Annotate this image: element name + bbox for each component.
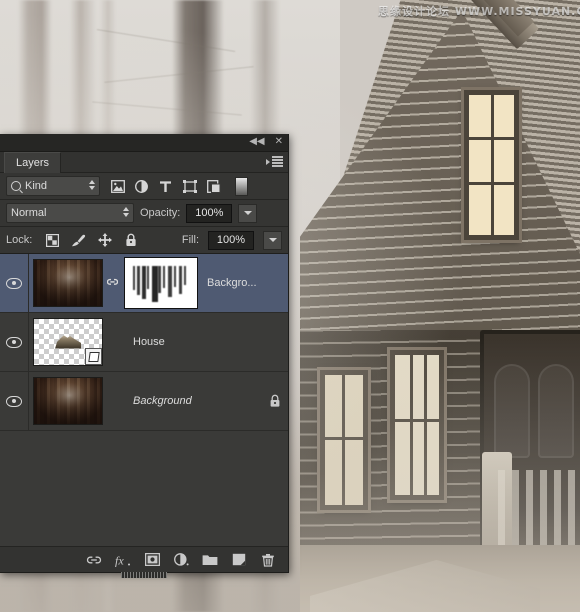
filter-smart-object-layers-icon[interactable] bbox=[206, 179, 221, 194]
abandoned-house-photo bbox=[300, 0, 580, 612]
fill-dropdown-icon[interactable] bbox=[263, 230, 282, 250]
delete-layer-button[interactable] bbox=[260, 552, 276, 568]
opacity-dropdown-icon[interactable] bbox=[238, 203, 258, 223]
lock-fill-row[interactable]: Lock: Fill: 100% bbox=[0, 227, 288, 254]
table-row[interactable]: House bbox=[0, 313, 288, 372]
layer-filter-row[interactable]: Kind bbox=[0, 173, 288, 200]
filter-kind-label: Kind bbox=[25, 180, 48, 192]
filter-enable-toggle-icon[interactable] bbox=[235, 176, 248, 196]
eye-icon bbox=[6, 395, 22, 407]
watermark-text: 思缘设计论坛 WWW.MISSYUAN.COM bbox=[378, 5, 580, 18]
new-group-button[interactable] bbox=[202, 552, 218, 568]
panel-menu-icon[interactable] bbox=[266, 156, 283, 167]
add-layer-mask-button[interactable] bbox=[144, 552, 160, 568]
chevron-updown-icon bbox=[89, 180, 95, 190]
layer-name[interactable]: Backgro... bbox=[197, 277, 262, 289]
lock-image-pixels-icon[interactable] bbox=[71, 233, 86, 248]
eye-icon bbox=[6, 277, 22, 289]
filter-shape-layers-icon[interactable] bbox=[182, 179, 197, 194]
panel-titlebar[interactable]: ◀◀ ✕ bbox=[0, 134, 288, 152]
new-adjustment-layer-button[interactable] bbox=[173, 552, 189, 568]
filter-kind-select[interactable]: Kind bbox=[6, 176, 100, 196]
mask-content bbox=[127, 260, 195, 306]
layer-thumbnail[interactable] bbox=[33, 259, 103, 307]
lock-transparent-pixels-icon[interactable] bbox=[45, 233, 60, 248]
panel-resize-grip[interactable] bbox=[121, 572, 167, 578]
panel-tabstrip[interactable]: Layers bbox=[0, 152, 288, 173]
mask-link-icon[interactable] bbox=[103, 275, 121, 291]
fill-label: Fill: bbox=[181, 234, 199, 246]
filter-adjustment-layers-icon[interactable] bbox=[134, 179, 149, 194]
layer-style-fx-button[interactable]: fx bbox=[115, 552, 131, 568]
lock-position-icon[interactable] bbox=[97, 233, 112, 248]
filter-pixel-layers-icon[interactable] bbox=[110, 179, 125, 194]
table-row[interactable]: Background bbox=[0, 372, 288, 431]
new-layer-button[interactable] bbox=[231, 552, 247, 568]
layers-panel[interactable]: ◀◀ ✕ Layers Kind Normal Opacity: 100% Lo… bbox=[0, 134, 289, 578]
opacity-input[interactable]: 100% bbox=[186, 203, 233, 223]
filter-type-layers-icon[interactable] bbox=[158, 179, 173, 194]
layer-thumbnail[interactable] bbox=[33, 318, 103, 366]
layers-panel-bottom-bar[interactable]: fx bbox=[0, 546, 288, 578]
lower-left-window bbox=[320, 370, 368, 510]
blend-mode-value: Normal bbox=[11, 207, 47, 219]
smart-object-badge-icon bbox=[85, 348, 102, 365]
chevron-updown-icon bbox=[123, 207, 129, 217]
fill-input[interactable]: 100% bbox=[208, 230, 254, 250]
lock-all-icon[interactable] bbox=[123, 233, 138, 248]
search-icon bbox=[11, 181, 21, 191]
layer-list-empty-area[interactable] bbox=[0, 431, 288, 551]
tab-layers[interactable]: Layers bbox=[4, 152, 62, 173]
opacity-label: Opacity: bbox=[140, 207, 181, 219]
lock-label: Lock: bbox=[6, 234, 33, 246]
eye-icon bbox=[6, 336, 22, 348]
layer-mask-thumbnail[interactable] bbox=[124, 257, 198, 309]
close-icon[interactable]: ✕ bbox=[275, 137, 283, 147]
thumbnail-house-shape bbox=[55, 335, 81, 349]
layer-name[interactable]: House bbox=[103, 336, 262, 348]
layer-visibility-toggle[interactable] bbox=[0, 254, 29, 312]
lower-middle-window bbox=[390, 350, 444, 500]
blend-mode-select[interactable]: Normal bbox=[6, 203, 134, 223]
svg-text:fx: fx bbox=[115, 553, 124, 567]
layer-name[interactable]: Background bbox=[103, 395, 262, 407]
layer-visibility-toggle[interactable] bbox=[0, 313, 29, 371]
table-row[interactable]: Backgro... bbox=[0, 254, 288, 313]
lock-icon bbox=[262, 394, 288, 408]
layer-list[interactable]: Backgro... House Background bbox=[0, 254, 288, 551]
collapse-panel-icon[interactable]: ◀◀ bbox=[249, 137, 264, 147]
link-layers-button[interactable] bbox=[86, 552, 102, 568]
blend-opacity-row[interactable]: Normal Opacity: 100% bbox=[0, 200, 288, 227]
attic-window bbox=[464, 90, 519, 240]
layer-visibility-toggle[interactable] bbox=[0, 372, 29, 430]
layer-thumbnail[interactable] bbox=[33, 377, 103, 425]
